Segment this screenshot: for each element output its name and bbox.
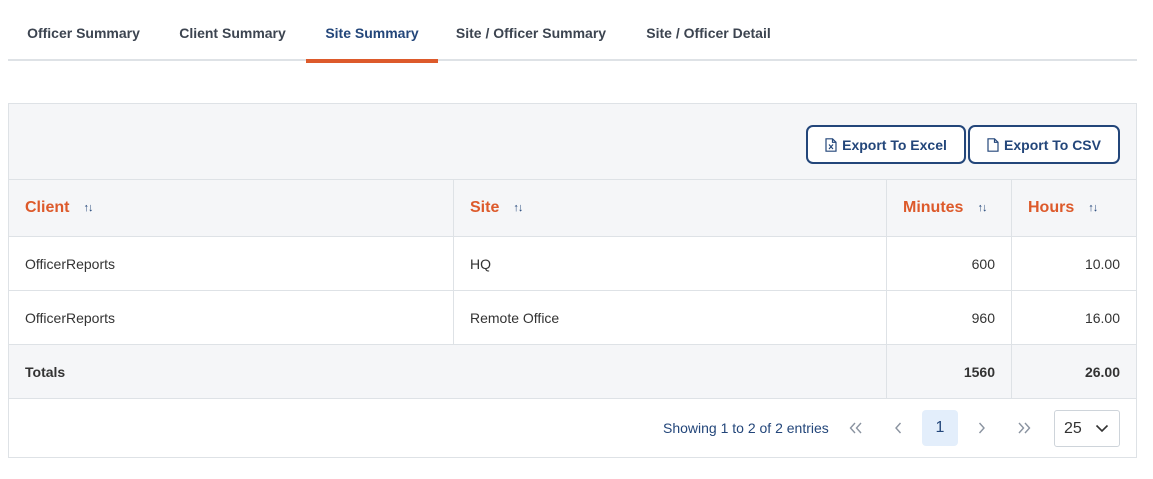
- table-header-row: Client ↑↓ Site ↑↓ Minutes ↑↓ Hours ↑↓: [9, 180, 1136, 237]
- tab-site-officer-detail[interactable]: Site / Officer Detail: [624, 0, 793, 61]
- excel-file-icon: [825, 137, 837, 152]
- sort-icon[interactable]: ↑↓: [513, 202, 523, 214]
- page-size-select[interactable]: 25: [1054, 410, 1120, 447]
- table-toolbar: Export To Excel Export To CSV: [9, 104, 1136, 180]
- client-cell: OfficerReports: [9, 291, 454, 344]
- minutes-cell: 600: [887, 237, 1012, 290]
- page-size-value: 25: [1064, 419, 1082, 437]
- first-page-icon[interactable]: [838, 410, 874, 446]
- page-number-button[interactable]: 1: [922, 410, 958, 446]
- column-header-label: Site: [470, 199, 500, 216]
- minutes-cell: 960: [887, 291, 1012, 344]
- hours-cell: 16.00: [1084, 309, 1120, 326]
- tab-client-summary[interactable]: Client Summary: [159, 0, 306, 61]
- sort-icon[interactable]: ↑↓: [1088, 202, 1098, 214]
- report-panel: Export To Excel Export To CSV Client ↑↓ …: [8, 103, 1137, 458]
- column-header-client[interactable]: Client ↑↓: [9, 180, 454, 236]
- export-csv-label: Export To CSV: [1004, 136, 1101, 153]
- file-icon: [987, 137, 999, 152]
- chevron-down-icon: [1095, 424, 1109, 433]
- totals-label: Totals: [9, 345, 887, 398]
- previous-page-icon[interactable]: [880, 410, 916, 446]
- column-header-label: Hours: [1028, 199, 1075, 216]
- pagination-bar: Showing 1 to 2 of 2 entries 1 25: [9, 400, 1136, 458]
- column-header-label: Minutes: [903, 199, 964, 216]
- tab-site-officer-summary[interactable]: Site / Officer Summary: [438, 0, 624, 61]
- column-header-minutes[interactable]: Minutes ↑↓: [887, 180, 1012, 236]
- table-row: OfficerReports HQ 600 10.00: [9, 237, 1136, 291]
- sort-icon[interactable]: ↑↓: [977, 202, 987, 214]
- export-csv-button[interactable]: Export To CSV: [968, 125, 1120, 164]
- column-header-label: Client: [25, 199, 70, 216]
- tab-site-summary[interactable]: Site Summary: [306, 0, 438, 63]
- next-page-icon[interactable]: [964, 410, 1000, 446]
- export-excel-label: Export To Excel: [842, 136, 947, 153]
- table-row: OfficerReports Remote Office 960 16.00: [9, 291, 1136, 345]
- last-page-icon[interactable]: [1006, 410, 1042, 446]
- totals-hours: 26.00: [1084, 363, 1120, 380]
- column-header-site[interactable]: Site ↑↓: [454, 180, 887, 236]
- site-cell: Remote Office: [454, 291, 887, 344]
- site-cell: HQ: [454, 237, 887, 290]
- totals-row: Totals 1560 26.00: [9, 345, 1136, 399]
- sort-icon[interactable]: ↑↓: [83, 202, 93, 214]
- totals-minutes: 1560: [887, 345, 1012, 398]
- export-excel-button[interactable]: Export To Excel: [806, 125, 966, 164]
- entries-info: Showing 1 to 2 of 2 entries: [663, 420, 829, 436]
- report-tabs: Officer Summary Client Summary Site Summ…: [8, 0, 1137, 63]
- hours-cell: 10.00: [1084, 255, 1120, 272]
- column-header-hours[interactable]: Hours ↑↓: [1012, 180, 1136, 236]
- client-cell: OfficerReports: [9, 237, 454, 290]
- tab-officer-summary[interactable]: Officer Summary: [8, 0, 159, 61]
